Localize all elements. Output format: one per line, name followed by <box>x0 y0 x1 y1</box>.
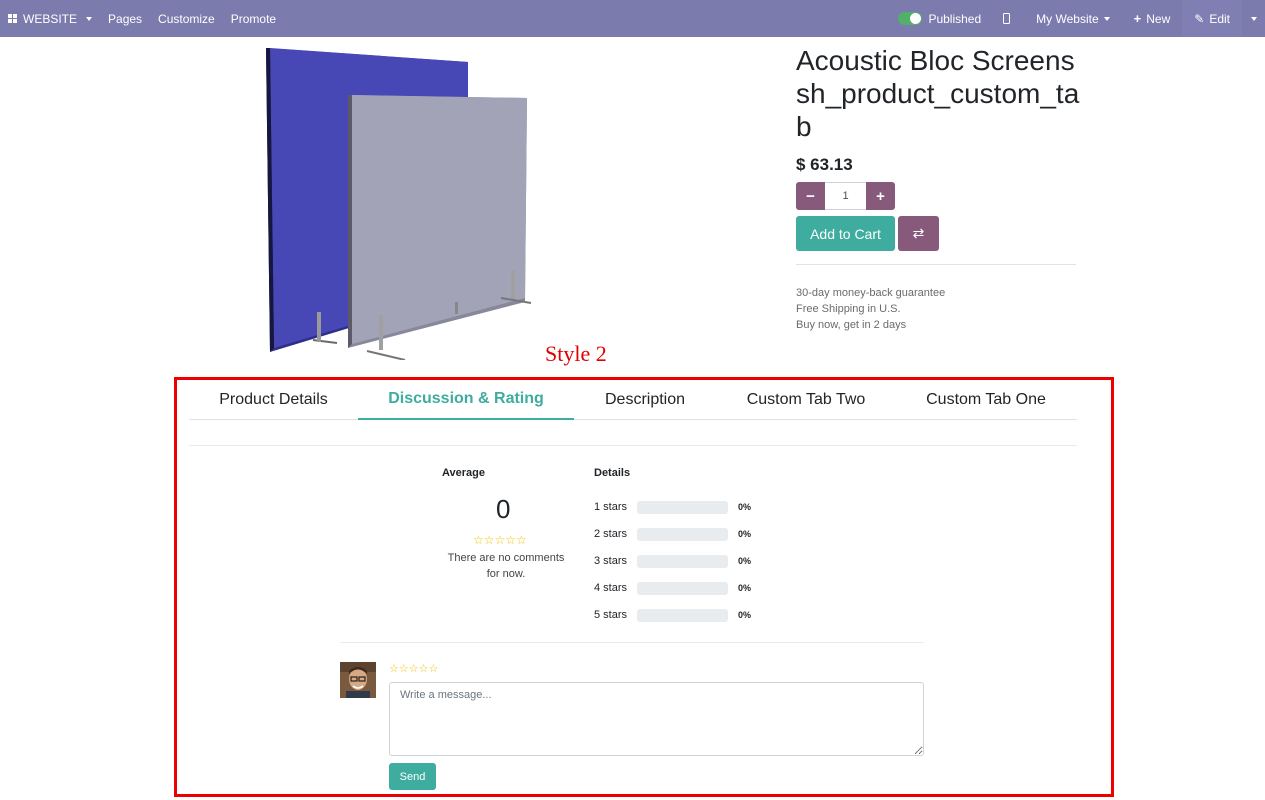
info-line: Free Shipping in U.S. <box>796 303 901 315</box>
average-star-rating: ☆☆☆☆☆ <box>473 533 527 547</box>
published-label: Published <box>928 11 982 26</box>
info-line: 30-day money-back guarantee <box>796 287 946 299</box>
plus-icon: + <box>876 187 885 205</box>
rating-row-percent: 0% <box>738 556 752 566</box>
rating-progress-bar <box>637 500 728 514</box>
rating-breakdown-row: 4 stars 0% <box>594 581 751 595</box>
tab-discussion-rating[interactable]: Discussion & Rating <box>358 380 574 420</box>
add-to-cart-button[interactable]: Add to Cart <box>796 216 895 251</box>
rating-progress-bar <box>637 554 728 568</box>
tab-description[interactable]: Description <box>574 380 716 420</box>
divider <box>796 264 1076 265</box>
message-field[interactable] <box>389 682 924 756</box>
details-heading: Details <box>594 467 631 479</box>
caret-down-icon <box>1251 16 1257 21</box>
no-comments-text: There are no comments for now. <box>447 552 565 580</box>
comment-star-rating-input[interactable]: ☆☆☆☆☆ <box>389 662 438 675</box>
published-toggle[interactable]: Published <box>890 0 989 37</box>
my-website-label: My Website <box>1036 11 1099 26</box>
new-button[interactable]: + New <box>1122 0 1183 37</box>
rating-breakdown-row: 3 stars 0% <box>594 554 751 568</box>
mobile-preview-button[interactable] <box>989 0 1024 37</box>
tab-custom-tab-one[interactable]: Custom Tab One <box>896 380 1076 420</box>
divider <box>340 642 924 643</box>
pencil-icon: ✎ <box>1194 11 1205 26</box>
editor-topbar: WEBSITE Pages Customize Promote Publishe… <box>0 0 1265 37</box>
send-button[interactable]: Send <box>389 763 436 790</box>
rating-row-percent: 0% <box>738 583 752 593</box>
average-rating-value: 0 <box>496 494 511 524</box>
divider <box>189 445 1077 446</box>
rating-row-label: 3 stars <box>594 555 628 567</box>
style-annotation-label: Style 2 <box>545 341 607 366</box>
product-info: 30-day money-back guarantee Free Shippin… <box>796 285 945 333</box>
caret-down-icon <box>86 16 93 21</box>
menu-promote[interactable]: Promote <box>223 0 284 37</box>
new-label: New <box>1146 11 1171 26</box>
minus-icon: − <box>806 187 815 205</box>
rating-progress-bar <box>637 581 728 595</box>
compare-button[interactable]: ⇄ <box>898 216 939 251</box>
rating-row-label: 2 stars <box>594 528 628 540</box>
edit-button[interactable]: ✎ Edit <box>1182 0 1242 37</box>
info-line: Buy now, get in 2 days <box>796 319 907 331</box>
product-image <box>255 40 545 361</box>
website-menu[interactable]: WEBSITE <box>0 0 100 37</box>
quantity-stepper: − + <box>796 182 895 210</box>
product-tabs: Product Details Discussion & Rating Desc… <box>189 380 1077 420</box>
toggle-switch-icon <box>898 12 923 25</box>
exchange-arrows-icon: ⇄ <box>912 225 925 241</box>
rating-row-percent: 0% <box>738 529 752 539</box>
rating-breakdown-row: 1 stars 0% <box>594 500 751 514</box>
decrease-quantity-button[interactable]: − <box>796 182 825 210</box>
product-title: Acoustic Bloc Screenssh_product_custom_t… <box>796 45 1080 142</box>
caret-down-icon <box>1103 16 1110 21</box>
rating-progress-bar <box>637 527 728 541</box>
rating-row-label: 1 stars <box>594 501 628 513</box>
plus-icon: + <box>1133 11 1142 26</box>
avatar <box>340 662 376 698</box>
quantity-input[interactable] <box>825 182 866 210</box>
edit-dropdown-toggle[interactable] <box>1242 0 1265 37</box>
rating-row-percent: 0% <box>738 502 752 512</box>
menu-customize[interactable]: Customize <box>150 0 223 37</box>
apps-grid-icon <box>8 14 17 23</box>
increase-quantity-button[interactable]: + <box>866 182 895 210</box>
rating-row-percent: 0% <box>738 610 752 620</box>
rating-breakdown-row: 5 stars 0% <box>594 608 751 622</box>
my-website-menu[interactable]: My Website <box>1024 0 1121 37</box>
rating-progress-bar <box>637 608 728 622</box>
mobile-phone-icon <box>1003 13 1011 24</box>
website-menu-label: WEBSITE <box>23 11 78 26</box>
rating-row-label: 5 stars <box>594 609 628 621</box>
rating-breakdown-row: 2 stars 0% <box>594 527 751 541</box>
menu-pages[interactable]: Pages <box>100 0 150 37</box>
edit-label: Edit <box>1209 11 1230 26</box>
product-price: $ 63.13 <box>796 155 853 174</box>
average-heading: Average <box>442 467 486 479</box>
tab-product-details[interactable]: Product Details <box>189 380 358 420</box>
rating-row-label: 4 stars <box>594 582 628 594</box>
tab-custom-tab-two[interactable]: Custom Tab Two <box>716 380 896 420</box>
